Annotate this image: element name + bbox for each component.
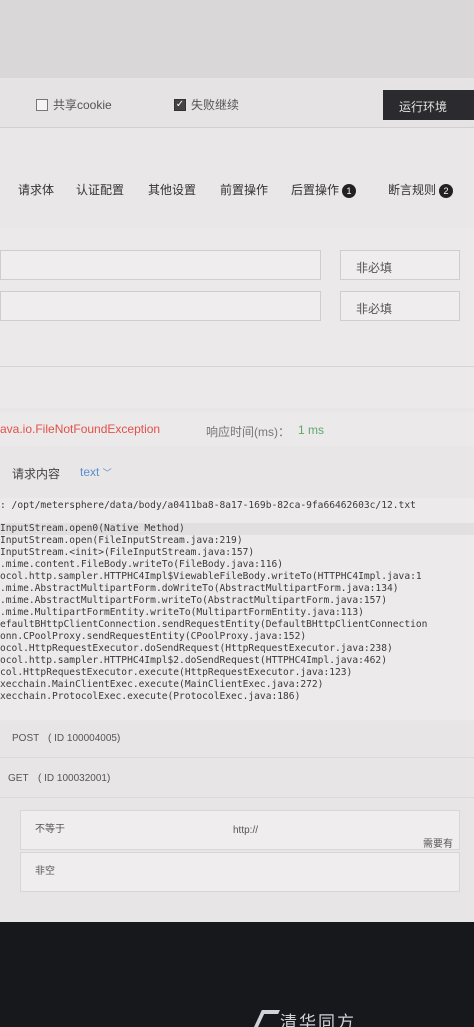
fail-continue-label: 失败继续 — [191, 98, 240, 112]
api-id: ( ID 100032001) — [38, 773, 111, 784]
api-step-row[interactable]: POST ( ID 100004005) — [0, 722, 474, 758]
tab-label: 前置操作 — [220, 183, 269, 197]
code-line: ocol.HttpRequestExecutor.doSendRequest(H… — [0, 643, 393, 654]
tab-label: 其他设置 — [148, 183, 197, 197]
code-line: efaultBHttpClientConnection.sendRequestE… — [0, 619, 428, 630]
run-environment-select[interactable]: 运行环境 — [383, 90, 474, 120]
assertion-row[interactable]: 非空 — [20, 852, 460, 892]
top-toolbar — [0, 0, 474, 78]
request-type-select[interactable]: text ﹀ — [80, 465, 112, 479]
request-config-tabs-area — [0, 128, 474, 228]
placeholder-text: 非必填 — [356, 302, 393, 316]
code-line: .mime.MultipartFormEntity.writeTo(Multip… — [0, 607, 364, 618]
error-stack-trace[interactable]: : /opt/metersphere/data/body/a0411ba8-8a… — [0, 498, 474, 720]
code-line: ocol.http.sampler.HTTPHC4Impl$ViewableFi… — [0, 571, 422, 582]
monitor-bezel — [0, 922, 474, 1027]
code-line: col.HttpRequestExecutor.execute(HttpRequ… — [0, 667, 353, 678]
param-value-input[interactable] — [0, 250, 321, 280]
code-line: xecchain.ProtocolExec.execute(ProtocolEx… — [0, 691, 301, 702]
assertion-value-input[interactable]: http:// — [233, 825, 258, 836]
tab-label: 认证配置 — [76, 183, 125, 197]
code-line: InputStream.open(FileInputStream.java:21… — [0, 535, 243, 546]
placeholder-text: 非必填 — [356, 261, 393, 275]
response-time-label: 响应时间(ms)： — [206, 425, 290, 439]
request-type-value: text — [80, 465, 100, 479]
tab-pre-operation[interactable]: 前置操作 — [220, 181, 268, 198]
tab-label: 请求体 — [18, 183, 55, 197]
divider — [0, 366, 474, 367]
checkbox-unchecked-icon[interactable] — [36, 98, 48, 111]
assertion-operator: 不等于 — [35, 824, 65, 835]
code-line: .mime.AbstractMultipartForm.doWriteTo(Ab… — [0, 583, 399, 594]
code-line: InputStream.open0(Native Method) — [0, 523, 474, 535]
code-line: .mime.content.FileBody.writeTo(FileBody.… — [0, 559, 284, 570]
code-line: onn.CPoolProxy.sendRequestEntity(CPoolPr… — [0, 631, 307, 642]
api-step-row[interactable]: GET ( ID 100032001) — [0, 762, 474, 798]
tab-auth-config[interactable]: 认证配置 — [76, 181, 124, 198]
parameter-form: 非必填 非必填 — [0, 228, 474, 408]
brand-name: 清华同方 — [280, 1013, 356, 1027]
tab-request-body[interactable]: 请求体 — [18, 181, 54, 198]
request-content-header: 请求内容 text ﹀ — [0, 456, 474, 490]
tab-label: 断言规则 — [388, 183, 437, 197]
http-method: GET — [8, 773, 29, 784]
response-status-row: ava.io.FileNotFoundException 响应时间(ms)： 1… — [0, 412, 474, 446]
param-value-input[interactable] — [0, 291, 321, 321]
param-description-input[interactable]: 非必填 — [340, 291, 460, 321]
code-line: InputStream.<init>(FileInputStream.java:… — [0, 547, 255, 558]
tab-assertion-rules[interactable]: 断言规则 2 — [388, 181, 454, 198]
tab-label: 后置操作 — [291, 183, 340, 197]
checkbox-checked-icon[interactable]: ✓ — [174, 98, 186, 111]
assertion-row[interactable]: 不等于 http:// 需要有配置 — [20, 810, 460, 865]
chevron-down-icon: ﹀ — [102, 468, 112, 478]
code-line: xecchain.MainClientExec.execute(MainClie… — [0, 679, 324, 690]
tab-post-operation[interactable]: 后置操作 1 — [291, 181, 357, 198]
param-description-input[interactable]: 非必填 — [340, 250, 460, 280]
share-cookie-checkbox[interactable]: 共享cookie — [36, 96, 112, 113]
code-line: .mime.AbstractMultipartForm.writeTo(Abst… — [0, 595, 387, 606]
response-time-value: 1 ms — [298, 423, 325, 437]
fail-continue-checkbox[interactable]: ✓ 失败继续 — [174, 96, 239, 113]
tab-other-settings[interactable]: 其他设置 — [148, 181, 196, 198]
count-badge: 2 — [439, 183, 454, 198]
code-line: : /opt/metersphere/data/body/a0411ba8-8a… — [0, 500, 416, 511]
run-environment-label: 运行环境 — [399, 100, 448, 114]
request-content-label: 请求内容 — [12, 467, 61, 481]
http-method: POST — [12, 733, 40, 744]
count-badge: 1 — [342, 183, 357, 198]
share-cookie-label: 共享cookie — [53, 98, 112, 112]
assertion-operator: 非空 — [35, 866, 55, 877]
code-line: ocol.http.sampler.HTTPHC4Impl$2.doSendRe… — [0, 655, 387, 666]
error-message: ava.io.FileNotFoundException — [0, 422, 161, 436]
scenario-steps-area: POST ( ID 100004005) GET ( ID 100032001)… — [0, 722, 474, 922]
api-id: ( ID 100004005) — [48, 733, 121, 744]
